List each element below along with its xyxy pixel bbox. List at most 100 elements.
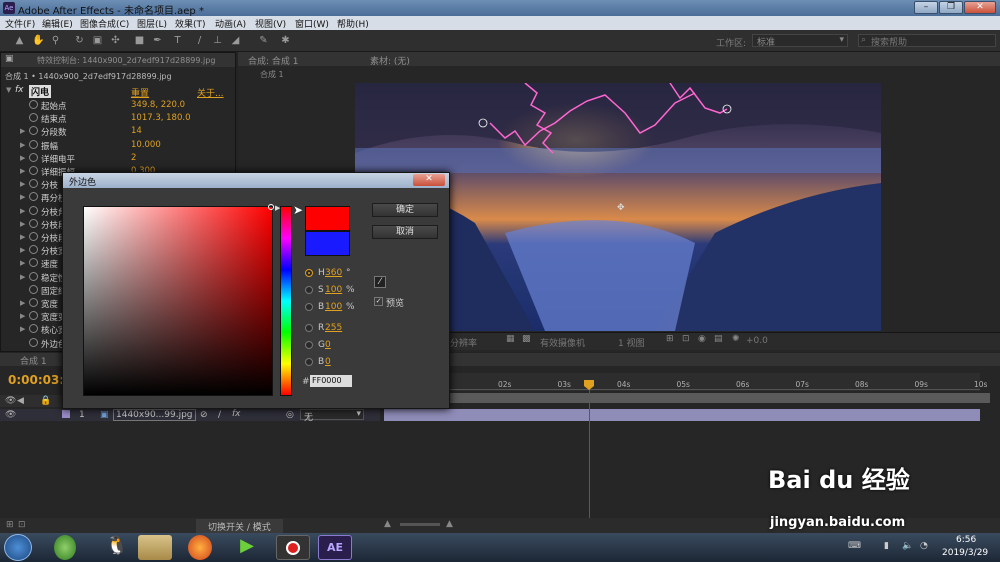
- expand-arrow-icon[interactable]: ▶: [20, 193, 25, 201]
- expand-arrow-icon[interactable]: ▶: [20, 259, 25, 267]
- color-field-h-0[interactable]: H 360 °: [305, 267, 365, 279]
- effect-property-row[interactable]: ▶ 分段数 14: [1, 125, 237, 138]
- channel-value[interactable]: 100: [325, 302, 342, 312]
- stopwatch-icon[interactable]: [29, 192, 38, 202]
- channel-value[interactable]: 100: [325, 285, 342, 295]
- snapshot-icon[interactable]: ◉: [698, 334, 706, 344]
- layer-duration-bar[interactable]: [384, 409, 980, 421]
- expand-arrow-icon[interactable]: ▶: [20, 299, 25, 307]
- zoom-in-icon[interactable]: ▲: [446, 519, 453, 529]
- reset-link[interactable]: 重置: [131, 86, 149, 99]
- layout-icon[interactable]: ⊞: [666, 334, 674, 344]
- channel-value[interactable]: 255: [325, 323, 342, 333]
- expand-arrow-icon[interactable]: ▶: [20, 154, 25, 162]
- comp-flowchart-icon[interactable]: ⊞: [6, 520, 14, 530]
- network-icon[interactable]: ◔: [920, 541, 928, 551]
- slash-icon[interactable]: /: [218, 410, 221, 420]
- color-field-g-4[interactable]: G0: [305, 339, 365, 351]
- cancel-button[interactable]: 取消: [372, 225, 438, 239]
- device-icon[interactable]: ▮: [884, 541, 889, 551]
- selection-tool-icon[interactable]: ▲: [14, 35, 25, 46]
- volume-icon[interactable]: 🔈: [902, 541, 913, 551]
- stopwatch-icon[interactable]: [29, 179, 38, 189]
- property-value[interactable]: 349.8, 220.0: [131, 100, 185, 110]
- hand-tool-icon[interactable]: ✋: [32, 35, 44, 46]
- workspace-select[interactable]: 标准 ▾: [752, 34, 848, 48]
- stopwatch-icon[interactable]: [29, 113, 38, 123]
- color-field-b-2[interactable]: B 100%: [305, 301, 365, 313]
- saturation-brightness-field[interactable]: [83, 206, 273, 396]
- menu-help[interactable]: 帮助(H): [337, 17, 369, 30]
- stopwatch-icon[interactable]: [29, 271, 38, 281]
- exposure-icon[interactable]: ✺: [732, 334, 740, 344]
- stopwatch-icon[interactable]: [29, 245, 38, 255]
- channel-radio[interactable]: [305, 358, 313, 366]
- property-value[interactable]: 2: [131, 153, 136, 163]
- channel-radio[interactable]: [305, 303, 313, 311]
- recorder-icon[interactable]: [276, 535, 310, 560]
- menu-layer[interactable]: 图层(L): [137, 17, 167, 30]
- layer-fx-icon[interactable]: fx: [232, 409, 241, 419]
- rectangle-tool-icon[interactable]: ■: [134, 35, 145, 46]
- channel-radio[interactable]: [305, 341, 313, 349]
- lock-icon[interactable]: 🔒: [40, 396, 51, 406]
- firefox-icon[interactable]: [188, 535, 212, 560]
- channel-value[interactable]: 0: [325, 340, 331, 350]
- color-field-s-1[interactable]: S 100%: [305, 284, 365, 296]
- zoom-tool-icon[interactable]: ⚲: [50, 35, 61, 46]
- menu-file[interactable]: 文件(F): [5, 17, 35, 30]
- parent-select[interactable]: 无 ▾: [300, 409, 364, 423]
- stopwatch-icon[interactable]: [29, 298, 38, 307]
- clock-date[interactable]: 2019/3/29: [942, 548, 988, 558]
- start-button[interactable]: [4, 534, 32, 561]
- menu-window[interactable]: 窗口(W): [295, 17, 329, 30]
- stopwatch-icon[interactable]: [29, 166, 38, 175]
- show-channel-icon[interactable]: ▤: [714, 334, 723, 344]
- pixel-aspect-icon[interactable]: ⊡: [682, 334, 690, 344]
- tab-composition[interactable]: 合成: 合成 1: [248, 54, 298, 67]
- shy-icon[interactable]: ⊘: [200, 410, 208, 420]
- expand-arrow-icon[interactable]: ▶: [20, 220, 25, 228]
- stopwatch-icon[interactable]: [29, 324, 38, 334]
- layer-row[interactable]: 👁 1 ▣ 1440x90...99.jpg ⊘ / fx ◎ 无 ▾: [0, 409, 380, 423]
- tab-footage[interactable]: 素材: (无): [370, 54, 410, 67]
- eraser-tool-icon[interactable]: ◢: [230, 35, 241, 46]
- resolution-select[interactable]: 分辨率: [450, 336, 477, 349]
- expand-arrow-icon[interactable]: ▶: [20, 325, 25, 333]
- work-area-bar[interactable]: [450, 393, 990, 403]
- media-player-icon[interactable]: ▶: [230, 535, 264, 560]
- dialog-close-button[interactable]: ✕: [413, 174, 445, 186]
- pen-tool-icon[interactable]: ✒: [152, 35, 163, 46]
- color-field-b-5[interactable]: B0: [305, 356, 365, 368]
- hex-input[interactable]: FF0000: [310, 375, 352, 387]
- stopwatch-icon[interactable]: [29, 139, 38, 149]
- stopwatch-icon[interactable]: [29, 126, 38, 136]
- expand-arrow-icon[interactable]: ▶: [20, 312, 25, 320]
- eyedropper-icon[interactable]: ⁄: [374, 276, 386, 288]
- expand-arrow-icon[interactable]: ▶: [20, 233, 25, 241]
- hue-slider-handle[interactable]: ▶: [275, 204, 280, 212]
- stopwatch-icon[interactable]: [29, 152, 38, 162]
- expand-arrow-icon[interactable]: ▶: [20, 246, 25, 254]
- expand-arrow-icon[interactable]: ▶: [20, 207, 25, 215]
- channel-radio[interactable]: [305, 286, 313, 294]
- menu-edit[interactable]: 编辑(E): [42, 17, 73, 30]
- help-search-input[interactable]: ⌕ 搜索帮助: [858, 34, 996, 48]
- close-button[interactable]: ✕: [964, 1, 996, 14]
- layer-visibility-icon[interactable]: 👁: [5, 410, 16, 420]
- channel-radio[interactable]: [305, 324, 313, 332]
- text-tool-icon[interactable]: T: [172, 35, 183, 46]
- color-field-r-3[interactable]: R 255: [305, 322, 365, 334]
- puppet-tool-icon[interactable]: ✱: [280, 35, 291, 46]
- exposure-value[interactable]: +0.0: [746, 336, 768, 346]
- 360-browser-icon[interactable]: [54, 535, 76, 560]
- keyboard-icon[interactable]: ⌨: [848, 541, 861, 551]
- expand-arrow-icon[interactable]: ▶: [20, 180, 25, 188]
- expand-arrow-icon[interactable]: ▶: [20, 127, 25, 135]
- effect-property-row[interactable]: ▶ 振幅 10.000: [1, 139, 237, 152]
- qq-icon[interactable]: 🐧: [100, 535, 134, 560]
- views-select[interactable]: 1 视图: [618, 336, 645, 349]
- zoom-out-icon[interactable]: ▲: [384, 519, 391, 529]
- hue-slider[interactable]: [280, 206, 292, 396]
- menu-composition[interactable]: 图像合成(C): [80, 17, 129, 30]
